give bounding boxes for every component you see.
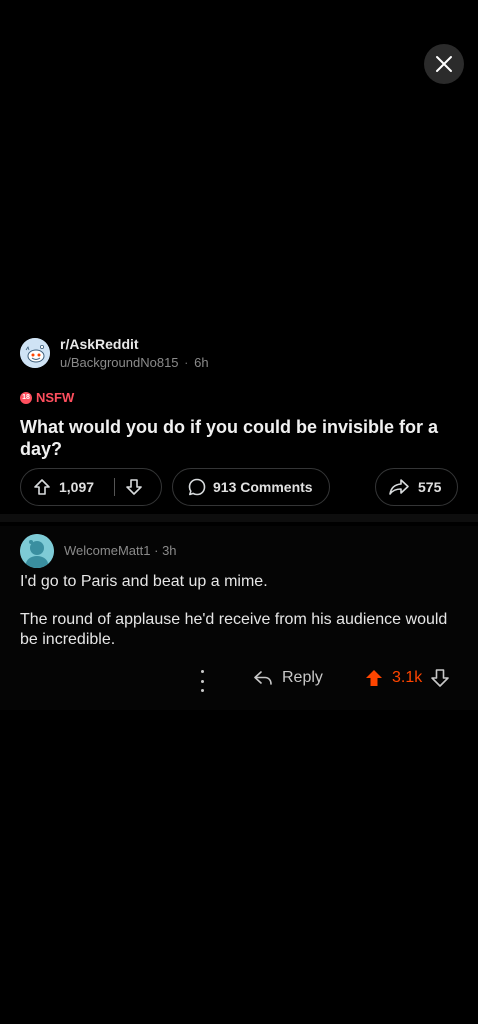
close-icon [436, 56, 452, 72]
comment-avatar[interactable] [20, 534, 54, 568]
comment-age: 3h [162, 543, 177, 558]
subreddit-avatar-icon[interactable] [20, 338, 50, 368]
post-header: r/AskReddit u/BackgroundNo815 · 6h [20, 336, 460, 376]
comments-button[interactable]: 913 Comments [172, 468, 330, 506]
comment-paragraph: I'd go to Paris and beat up a mime. [20, 573, 268, 590]
comment-score: 3.1k [392, 669, 423, 686]
comment-body: I'd go to Paris and beat up a mime. The … [20, 572, 460, 668]
comments-count: 913 Comments [213, 479, 313, 495]
subreddit-name[interactable]: r/AskReddit [60, 336, 139, 352]
comment: WelcomeMatt1 · 3h I'd go to Paris and be… [0, 526, 478, 710]
share-icon [389, 479, 409, 495]
upvote-icon[interactable] [33, 478, 51, 496]
comment-paragraph: The round of applause he'd receive from … [20, 611, 448, 648]
comment-meta: WelcomeMatt1 · 3h [64, 543, 177, 558]
nsfw-icon: 18 [20, 391, 32, 404]
reply-icon [254, 671, 272, 685]
downvote-icon[interactable] [125, 478, 143, 496]
post-age: 6h [194, 355, 209, 370]
post-title[interactable]: What would you do if you could be invisi… [20, 416, 460, 460]
share-count: 575 [418, 479, 442, 495]
nsfw-label: NSFW [36, 390, 75, 405]
nsfw-badge: 18 NSFW [20, 390, 74, 405]
post-vote-bar: 1,097 [20, 468, 162, 506]
comment-actions: Reply 3.1k [0, 664, 478, 698]
post-author[interactable]: u/BackgroundNo815 [60, 355, 179, 370]
post-upvote-count: 1,097 [59, 479, 95, 495]
meta-separator: · [184, 355, 189, 370]
close-button[interactable] [424, 44, 464, 84]
comment-vote-bar: 3.1k [364, 668, 450, 688]
upvote-icon[interactable] [364, 668, 384, 688]
comment-icon [188, 478, 206, 496]
comment-author[interactable]: WelcomeMatt1 [64, 543, 150, 558]
section-divider [0, 514, 478, 522]
meta-separator: · [154, 543, 159, 558]
reply-label: Reply [282, 669, 323, 686]
share-button[interactable]: 575 [375, 468, 458, 506]
vote-divider [114, 478, 116, 496]
reply-button[interactable]: Reply [252, 668, 323, 688]
downvote-icon[interactable] [430, 668, 450, 688]
more-icon[interactable] [196, 670, 208, 692]
post-meta: u/BackgroundNo815 · 6h [60, 355, 209, 370]
